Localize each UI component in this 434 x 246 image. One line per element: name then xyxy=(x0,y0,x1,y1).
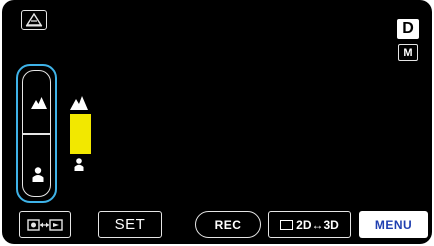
manual-badge: M xyxy=(398,44,418,61)
mountain-icon[interactable] xyxy=(31,97,47,109)
display-toggle-button[interactable] xyxy=(19,211,71,238)
triangle-icon xyxy=(25,13,43,27)
person-icon xyxy=(74,158,84,171)
focus-level-bar xyxy=(70,114,91,154)
focus-selector-frame xyxy=(22,70,51,197)
screen-icon xyxy=(280,219,294,230)
focus-selector[interactable] xyxy=(16,64,57,203)
camera-lcd-screen: D M SET REC 2D↔3D MENU xyxy=(2,0,432,244)
set-button[interactable]: SET xyxy=(98,211,162,238)
display-switch-icon xyxy=(27,218,63,231)
2d-3d-toggle-button[interactable]: 2D↔3D xyxy=(268,211,351,238)
focus-divider xyxy=(23,133,50,135)
person-icon[interactable] xyxy=(32,167,44,182)
rec-button[interactable]: REC xyxy=(195,211,261,238)
menu-button[interactable]: MENU xyxy=(359,211,428,238)
mountain-icon xyxy=(70,96,88,110)
2d-3d-label: 2D↔3D xyxy=(296,217,339,232)
mode-badge: D xyxy=(397,19,419,39)
triangle-warning-icon[interactable] xyxy=(21,10,47,30)
